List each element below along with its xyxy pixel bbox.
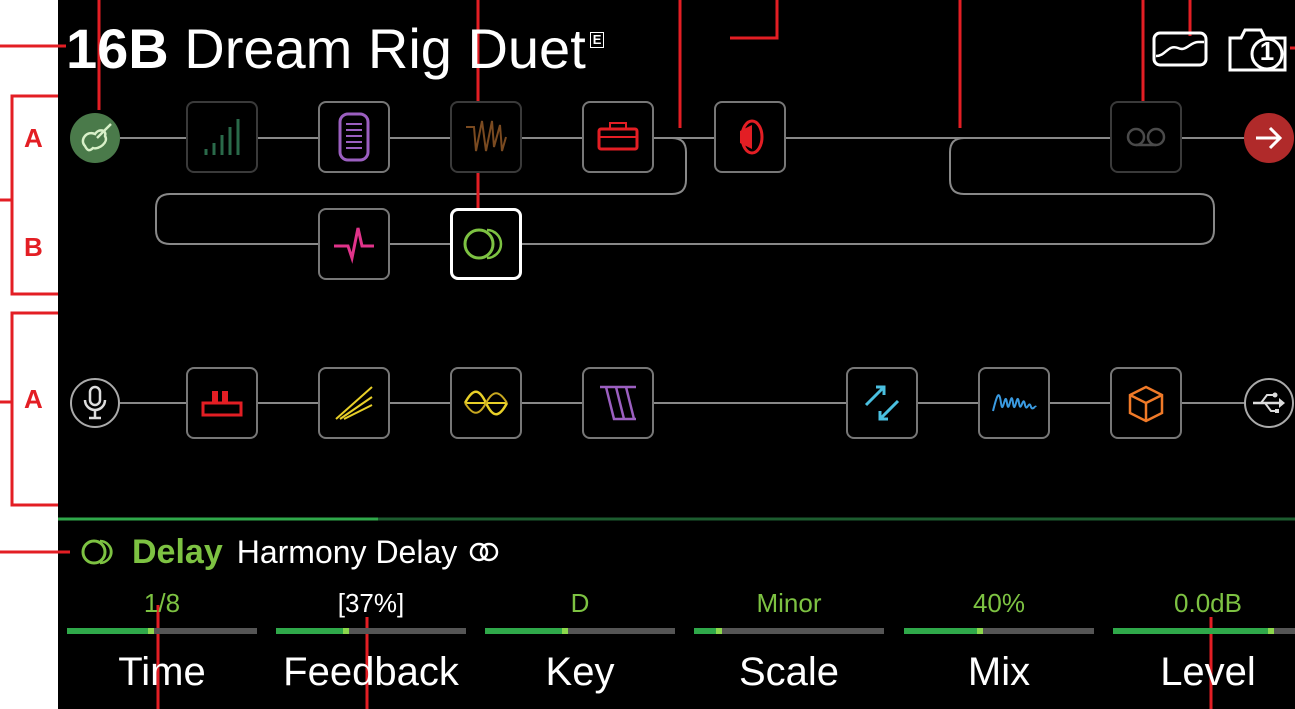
param-level-bar <box>276 628 466 634</box>
amp-icon <box>597 122 639 151</box>
reverb-block[interactable] <box>978 367 1050 439</box>
filter-block[interactable] <box>450 101 522 173</box>
snapshot-number: 1 <box>1259 36 1275 66</box>
path-2a-label: A <box>24 384 43 414</box>
block-model[interactable]: Harmony Delay <box>237 534 458 571</box>
send-return-block[interactable] <box>846 367 918 439</box>
delay-block[interactable] <box>450 208 522 280</box>
param-level-marker <box>148 628 154 634</box>
amp-block[interactable] <box>582 101 654 173</box>
modulation-icon <box>463 390 509 416</box>
param-level-fill <box>67 628 151 634</box>
selected-block-header: Delay Harmony Delay <box>80 528 501 576</box>
param-level-bar <box>694 628 884 634</box>
preamp-icon <box>201 391 243 417</box>
preamp-block[interactable] <box>186 367 258 439</box>
cab-icon <box>740 119 764 155</box>
eq-block[interactable] <box>186 101 258 173</box>
compressor-icon <box>334 227 374 264</box>
path-1a-label: A <box>24 123 43 153</box>
send-return-icon <box>864 385 900 421</box>
volume-block[interactable] <box>1110 367 1182 439</box>
param-name: Scale <box>738 650 840 694</box>
param-level-marker <box>977 628 983 634</box>
guitar-input-icon[interactable] <box>70 113 120 163</box>
compressor-block[interactable] <box>318 208 390 280</box>
param-level-fill <box>276 628 346 634</box>
usb-output-icon[interactable] <box>1244 378 1294 428</box>
filter-icon <box>600 385 636 421</box>
output-arrow-icon[interactable] <box>1244 113 1294 163</box>
delay-icon <box>463 228 503 260</box>
modulation-block[interactable] <box>450 367 522 439</box>
looper-block[interactable] <box>1110 101 1182 173</box>
param-level-marker <box>1268 628 1274 634</box>
eq-filter-block[interactable] <box>582 367 654 439</box>
param-level-bar <box>904 628 1094 634</box>
param-name: Mix <box>967 650 1031 694</box>
param-level-bar <box>1113 628 1295 634</box>
param-name: Key <box>545 650 615 694</box>
stereo-icon <box>470 542 499 562</box>
volume-icon <box>1128 385 1164 423</box>
param-level-fill <box>1113 628 1271 634</box>
reverb-icon <box>992 394 1037 412</box>
param-level-fill <box>904 628 980 634</box>
param-value: D <box>570 588 590 618</box>
param-value: [37%] <box>337 588 405 618</box>
preset-name: Dream Rig Duet <box>184 17 586 80</box>
param-value: 0.0dB <box>1174 588 1242 618</box>
snapshot-indicator[interactable]: 1 <box>1227 26 1287 72</box>
param-name: Time <box>118 650 206 694</box>
param-level-marker <box>343 628 349 634</box>
eq-icon <box>204 119 240 155</box>
distortion-block[interactable] <box>318 367 390 439</box>
cab-block[interactable] <box>714 101 786 173</box>
preset-number: 16B <box>66 17 169 80</box>
param-value: 40% <box>972 588 1026 618</box>
param-name: Level <box>1160 650 1256 694</box>
filter-icon <box>466 120 507 152</box>
param-level-bar <box>485 628 675 634</box>
block-category: Delay <box>132 532 223 571</box>
looper-icon <box>1126 127 1166 147</box>
param-name: Feedback <box>283 650 459 694</box>
wah-block[interactable] <box>318 101 390 173</box>
path-1b-label: B <box>24 232 43 262</box>
edited-indicator: E <box>589 32 605 48</box>
param-level-fill <box>485 628 565 634</box>
preset-title[interactable]: 16B Dream Rig Duet E <box>66 14 605 84</box>
delay-icon <box>81 539 113 565</box>
param-level-marker <box>716 628 722 634</box>
param-value: Minor <box>756 588 822 618</box>
param-level-marker <box>562 628 568 634</box>
mic-input-icon[interactable] <box>70 378 120 428</box>
param-level-bar <box>67 628 257 634</box>
distortion-icon <box>335 386 373 420</box>
tuner-icon[interactable] <box>1152 30 1212 70</box>
wah-icon <box>338 112 370 162</box>
param-value: 1/8 <box>143 588 181 618</box>
